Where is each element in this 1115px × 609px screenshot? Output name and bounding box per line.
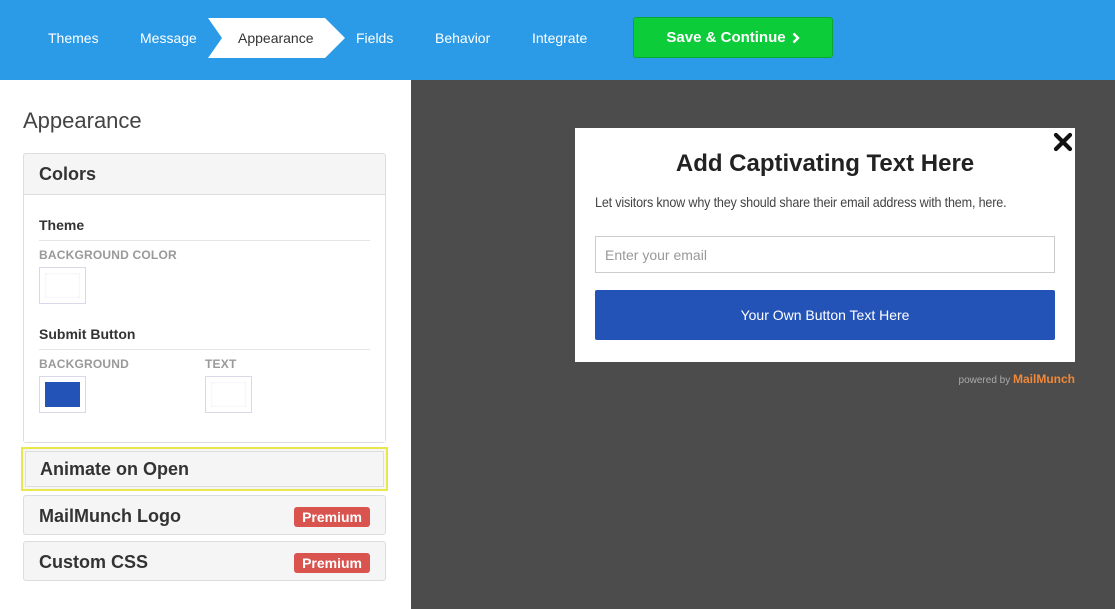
chevron-right-icon	[792, 32, 800, 43]
premium-badge: Premium	[294, 507, 370, 527]
settings-panel: Appearance Colors Theme BACKGROUND COLOR…	[0, 80, 411, 609]
colors-section-header[interactable]: Colors	[24, 154, 385, 194]
colors-section-body: Theme BACKGROUND COLOR Submit Button BAC…	[24, 194, 385, 442]
theme-subtitle: Theme	[39, 217, 85, 233]
popup-submit-button[interactable]: Your Own Button Text Here	[595, 290, 1055, 340]
swatch-fill	[211, 382, 246, 407]
mailmunch-brand: MailMunch	[1013, 372, 1075, 386]
step-behavior[interactable]: Behavior	[435, 30, 490, 46]
divider	[39, 240, 370, 241]
submit-button-subtitle: Submit Button	[39, 326, 136, 342]
animate-on-open-section: Animate on Open	[21, 447, 388, 491]
theme-background-color-swatch[interactable]	[39, 267, 86, 304]
step-themes[interactable]: Themes	[48, 30, 99, 46]
save-continue-label: Save & Continue	[666, 29, 786, 46]
custom-css-section: Custom CSS Premium	[23, 541, 386, 581]
popup-subtext: Let visitors know why they should share …	[595, 194, 1007, 210]
submit-background-label: BACKGROUND	[39, 357, 129, 371]
step-message[interactable]: Message	[140, 30, 197, 46]
submit-text-label: TEXT	[205, 357, 237, 371]
powered-by[interactable]: powered by MailMunch	[959, 372, 1075, 386]
form-preview-area: Add Captivating Text Here Let visitors k…	[411, 80, 1115, 609]
colors-section: Colors Theme BACKGROUND COLOR Submit But…	[23, 153, 386, 443]
submit-text-color-swatch[interactable]	[205, 376, 252, 413]
step-integrate[interactable]: Integrate	[532, 30, 587, 46]
step-appearance[interactable]: Appearance	[208, 18, 345, 58]
background-color-label: BACKGROUND COLOR	[39, 248, 177, 262]
swatch-fill	[45, 382, 80, 407]
step-appearance-label: Appearance	[238, 30, 314, 46]
popup-form-preview: Add Captivating Text Here Let visitors k…	[575, 128, 1075, 362]
panel-title: Appearance	[23, 108, 142, 133]
email-input[interactable]	[595, 236, 1055, 273]
popup-headline: Add Captivating Text Here	[675, 150, 975, 177]
powered-by-text: powered by	[958, 375, 1011, 386]
swatch-fill	[45, 273, 80, 298]
premium-badge: Premium	[294, 553, 370, 573]
mailmunch-logo-section: MailMunch Logo Premium	[23, 495, 386, 535]
wizard-topbar: Themes Message Appearance Fields Behavio…	[0, 0, 1115, 80]
divider	[39, 349, 370, 350]
close-icon[interactable]	[1053, 132, 1073, 152]
submit-background-color-swatch[interactable]	[39, 376, 86, 413]
animate-on-open-header[interactable]: Animate on Open	[25, 451, 384, 487]
step-fields[interactable]: Fields	[356, 30, 393, 46]
save-continue-button[interactable]: Save & Continue	[633, 17, 833, 58]
